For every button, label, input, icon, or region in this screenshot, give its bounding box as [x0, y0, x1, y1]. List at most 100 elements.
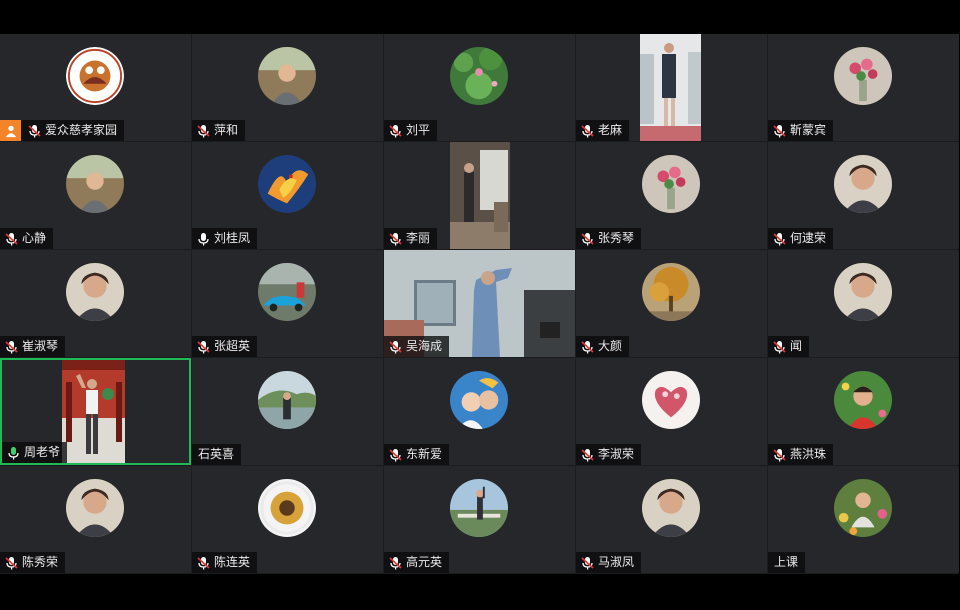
- participant-tile[interactable]: 何逮荣: [768, 142, 959, 249]
- participant-name: 靳蒙宾: [790, 123, 827, 137]
- mic-muted-icon[interactable]: [579, 447, 595, 463]
- participant-name: 刘桂凤: [214, 231, 251, 245]
- participant-name-bar: 老麻: [576, 120, 630, 141]
- mic-muted-icon[interactable]: [387, 123, 403, 139]
- mic-muted-icon[interactable]: [771, 123, 787, 139]
- mic-muted-icon[interactable]: [771, 447, 787, 463]
- car-photo-avatar: [258, 263, 316, 321]
- mic-muted-icon[interactable]: [771, 231, 787, 247]
- lake-photo-avatar: [258, 371, 316, 429]
- mic-muted-icon[interactable]: [195, 339, 211, 355]
- lotus-photo-avatar: [450, 47, 508, 105]
- mic-muted-icon[interactable]: [579, 555, 595, 571]
- participant-name-bar: 萍和: [192, 120, 246, 141]
- mic-muted-icon[interactable]: [771, 339, 787, 355]
- participant-name-bar: 陈秀荣: [0, 552, 66, 573]
- participant-tile[interactable]: 张秀琴: [576, 142, 767, 249]
- participant-name-bar: 崔淑琴: [0, 336, 66, 357]
- participant-name: 爱众慈孝家园: [45, 123, 118, 137]
- participant-name: 老麻: [598, 123, 623, 137]
- participant-tile[interactable]: 石英喜: [192, 358, 383, 465]
- mic-muted-icon[interactable]: [195, 555, 211, 571]
- meeting-window: 爱众慈孝家园 萍和 刘平 老麻 靳蒙宾心静 刘桂凤 李丽 张秀琴 何逮荣崔淑琴 张超英 吴海成 大颜 闻…: [0, 0, 960, 610]
- participant-name-bar: 陈连英: [192, 552, 258, 573]
- participant-tile[interactable]: 心静: [0, 142, 191, 249]
- participant-name-bar: 吴海成: [384, 336, 450, 357]
- participant-tile[interactable]: 高元英: [384, 466, 575, 573]
- participant-name-bar: 刘桂凤: [192, 228, 258, 249]
- participant-video: [640, 34, 701, 141]
- participant-name: 东新爱: [406, 447, 443, 461]
- flowers-photo-avatar: [834, 47, 892, 105]
- participant-name-bar: 东新爱: [384, 444, 450, 465]
- participant-tile[interactable]: 上课: [768, 466, 959, 573]
- portrait-avatar: [642, 479, 700, 537]
- participant-tile[interactable]: 靳蒙宾: [768, 34, 959, 141]
- participant-tile[interactable]: 陈秀荣: [0, 466, 191, 573]
- mic-icon[interactable]: [5, 445, 21, 461]
- mic-muted-icon[interactable]: [3, 231, 19, 247]
- participant-name-bar: 燕洪珠: [768, 444, 834, 465]
- mic-muted-icon[interactable]: [579, 339, 595, 355]
- participant-name: 何逮荣: [790, 231, 827, 245]
- participant-name: 张秀琴: [598, 231, 635, 245]
- participant-tile[interactable]: 李淑荣: [576, 358, 767, 465]
- participant-tile[interactable]: 张超英: [192, 250, 383, 357]
- participant-name: 大颜: [598, 339, 623, 353]
- participant-name: 燕洪珠: [790, 447, 827, 461]
- autumn-tree-avatar: [642, 263, 700, 321]
- participant-name: 陈秀荣: [22, 555, 59, 569]
- mic-muted-icon[interactable]: [387, 339, 403, 355]
- participant-name: 马淑凤: [598, 555, 635, 569]
- mic-muted-icon[interactable]: [3, 555, 19, 571]
- mic-icon[interactable]: [195, 231, 211, 247]
- portrait-avatar: [834, 155, 892, 213]
- participant-name: 吴海成: [406, 339, 443, 353]
- participant-name-bar: 靳蒙宾: [768, 120, 834, 141]
- participant-tile[interactable]: 马淑凤: [576, 466, 767, 573]
- participant-tile[interactable]: 周老爷: [0, 358, 191, 465]
- participant-name-bar: 刘平: [384, 120, 438, 141]
- participant-tile[interactable]: 大颜: [576, 250, 767, 357]
- participant-name: 闻: [790, 339, 803, 353]
- logo-avatar: [66, 47, 124, 105]
- participant-name: 萍和: [214, 123, 239, 137]
- mic-muted-icon[interactable]: [579, 123, 595, 139]
- mic-muted-icon[interactable]: [26, 123, 42, 139]
- participant-video: [62, 360, 125, 463]
- mic-muted-icon[interactable]: [3, 339, 19, 355]
- mic-muted-icon[interactable]: [387, 447, 403, 463]
- mic-muted-icon[interactable]: [579, 231, 595, 247]
- participant-tile[interactable]: 刘桂凤: [192, 142, 383, 249]
- participant-tile[interactable]: 陈连英: [192, 466, 383, 573]
- mic-muted-icon[interactable]: [387, 555, 403, 571]
- participant-name-bar: 石英喜: [192, 444, 242, 465]
- participant-name-bar: 爱众慈孝家园: [0, 120, 125, 141]
- participant-tile[interactable]: 萍和: [192, 34, 383, 141]
- heart-photo-avatar: [642, 371, 700, 429]
- participant-tile[interactable]: 闻: [768, 250, 959, 357]
- participant-tile[interactable]: 崔淑琴: [0, 250, 191, 357]
- participant-name-bar: 何逮荣: [768, 228, 834, 249]
- mic-muted-icon[interactable]: [387, 231, 403, 247]
- participant-grid: 爱众慈孝家园 萍和 刘平 老麻 靳蒙宾心静 刘桂凤 李丽 张秀琴 何逮荣崔淑琴 张超英 吴海成 大颜 闻…: [0, 34, 959, 574]
- participant-name-bar: 李丽: [384, 228, 438, 249]
- participant-name-bar: 张秀琴: [576, 228, 642, 249]
- participant-name-bar: 李淑荣: [576, 444, 642, 465]
- participant-name-bar: 马淑凤: [576, 552, 642, 573]
- participant-name-bar: 高元英: [384, 552, 450, 573]
- participant-tile[interactable]: 李丽: [384, 142, 575, 249]
- flowers-portrait-avatar: [834, 371, 892, 429]
- portrait-avatar: [834, 263, 892, 321]
- participant-tile[interactable]: 爱众慈孝家园: [0, 34, 191, 141]
- participant-tile[interactable]: 东新爱: [384, 358, 575, 465]
- participant-tile[interactable]: 老麻: [576, 34, 767, 141]
- mic-muted-icon[interactable]: [195, 123, 211, 139]
- participant-tile[interactable]: 刘平: [384, 34, 575, 141]
- participant-tile[interactable]: 燕洪珠: [768, 358, 959, 465]
- participant-name: 刘平: [406, 123, 431, 137]
- portrait-avatar: [66, 263, 124, 321]
- participant-tile[interactable]: 吴海成: [384, 250, 575, 357]
- participant-name: 张超英: [214, 339, 251, 353]
- portrait-avatar: [66, 479, 124, 537]
